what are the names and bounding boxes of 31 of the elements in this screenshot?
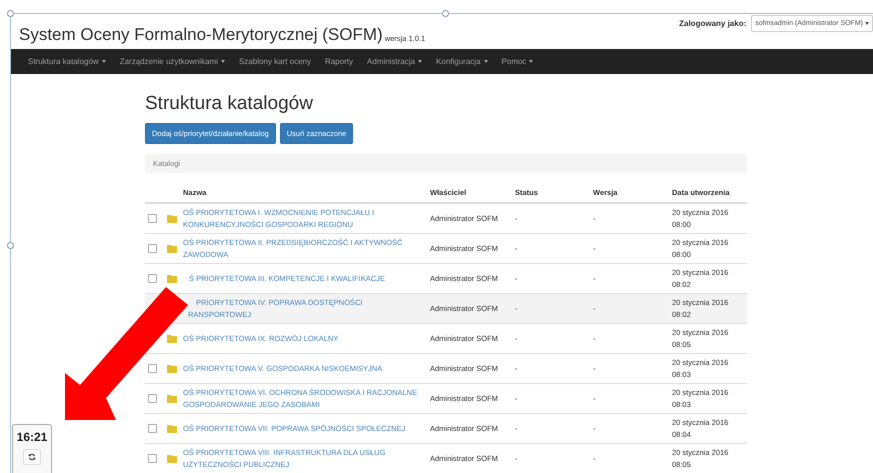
folder-icon [167, 334, 177, 343]
refresh-icon [28, 453, 36, 461]
resize-handle[interactable] [7, 242, 14, 249]
resize-handle[interactable] [442, 10, 449, 17]
row-checkbox[interactable] [148, 394, 157, 403]
nav-menu-item[interactable]: Szablony kart oceny [232, 56, 318, 66]
row-checkbox[interactable] [148, 244, 157, 253]
nav-menu-item[interactable]: Raporty [318, 56, 360, 66]
nav-menu-item[interactable]: Administracja [360, 56, 430, 66]
nav-menu-item[interactable]: Pomoc [494, 56, 540, 66]
folder-icon [167, 394, 177, 403]
refresh-button[interactable] [23, 449, 41, 465]
nav-menu-item[interactable]: Struktura katalogów [21, 56, 113, 66]
page-title: Struktura katalogów [145, 93, 314, 115]
folder-icon [167, 424, 177, 433]
row-checkbox[interactable] [148, 454, 157, 463]
row-checkbox[interactable] [148, 424, 157, 433]
login-label: Zalogowany jako: [679, 19, 746, 28]
folder-icon [167, 274, 177, 283]
app-title: System Oceny Formalno-Merytorycznej (SOFM) [19, 25, 383, 45]
folder-icon [167, 454, 177, 463]
row-checkbox[interactable] [148, 214, 157, 223]
nav-menu-item[interactable]: Konfiguracja [429, 56, 495, 66]
clock-time: 16:21 [16, 430, 48, 444]
resize-handle[interactable] [7, 10, 14, 17]
row-checkbox[interactable] [148, 364, 157, 373]
nav-menu-item[interactable]: Zarządzenie użytkownikami [112, 56, 232, 66]
row-checkbox[interactable] [148, 274, 157, 283]
folder-icon [167, 364, 177, 373]
folder-icon [167, 214, 177, 223]
folder-icon [167, 244, 177, 253]
